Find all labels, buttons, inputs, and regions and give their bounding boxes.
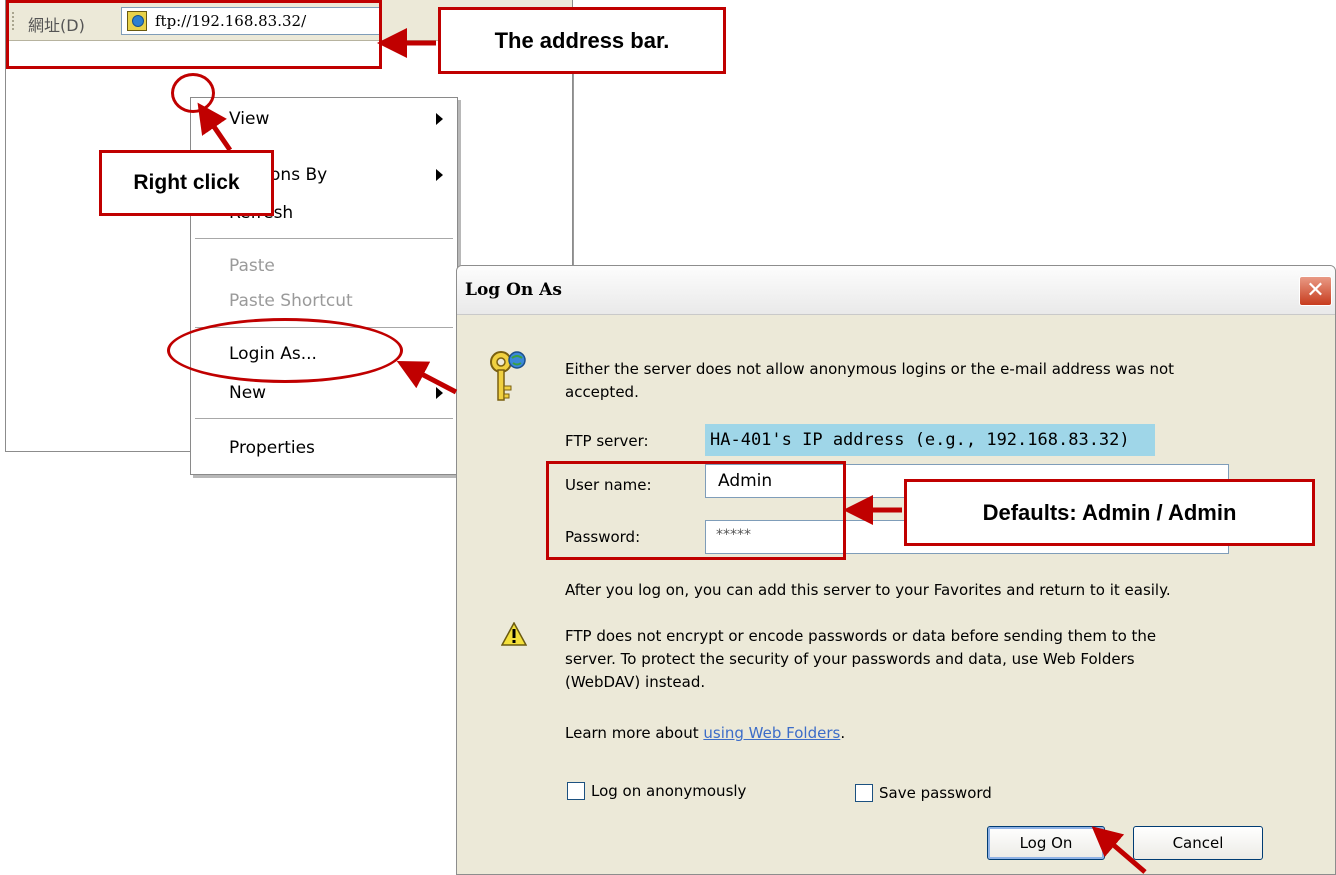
learn-more-prefix: Learn more about	[565, 724, 704, 742]
address-bar-callout: The address bar.	[438, 7, 726, 74]
dialog-title: Log On As	[465, 280, 562, 300]
submenu-arrow-icon	[436, 169, 443, 181]
menu-item-view[interactable]: View	[229, 109, 269, 129]
key-globe-icon	[490, 351, 526, 401]
warning-text-line1: FTP does not encrypt or encode passwords…	[565, 627, 1157, 645]
learn-more-text: Learn more about using Web Folders.	[565, 724, 845, 742]
login-as-highlight	[167, 318, 403, 383]
warning-text-line3: (WebDAV) instead.	[565, 673, 706, 691]
menu-item-new[interactable]: New	[229, 383, 266, 403]
cancel-button[interactable]: Cancel	[1133, 826, 1263, 860]
log-on-button[interactable]: Log On	[987, 826, 1105, 860]
warning-icon	[501, 622, 527, 646]
web-folders-link[interactable]: using Web Folders	[703, 724, 840, 742]
log-on-as-dialog: Log On As ✕ Either the server does not a…	[456, 265, 1336, 875]
address-bar-highlight	[6, 0, 382, 69]
ftp-server-value: HA-401's IP address (e.g., 192.168.83.32…	[705, 424, 1155, 456]
right-click-callout: Right click	[99, 150, 274, 216]
dialog-titlebar[interactable]: Log On As ✕	[457, 266, 1335, 315]
intro-text-line2: accepted.	[565, 383, 639, 401]
ftp-server-label: FTP server:	[565, 432, 649, 450]
favorites-text: After you log on, you can add this serve…	[565, 581, 1171, 599]
menu-separator	[195, 418, 453, 419]
save-password-checkbox[interactable]	[855, 784, 873, 802]
save-password-label[interactable]: Save password	[879, 784, 992, 802]
intro-text-line1: Either the server does not allow anonymo…	[565, 360, 1175, 378]
submenu-arrow-icon	[436, 387, 443, 399]
credentials-highlight	[546, 461, 846, 560]
menu-separator	[195, 238, 453, 239]
anonymous-checkbox[interactable]	[567, 782, 585, 800]
defaults-callout: Defaults: Admin / Admin	[904, 479, 1315, 546]
menu-item-paste-shortcut: Paste Shortcut	[229, 291, 353, 311]
submenu-arrow-icon	[436, 113, 443, 125]
menu-item-properties[interactable]: Properties	[229, 438, 315, 458]
right-click-marker	[171, 73, 215, 113]
anonymous-label[interactable]: Log on anonymously	[591, 782, 746, 800]
pane-divider	[573, 40, 574, 270]
learn-more-suffix: .	[840, 724, 846, 742]
warning-text-line2: server. To protect the security of your …	[565, 650, 1135, 668]
close-button[interactable]: ✕	[1299, 276, 1332, 306]
menu-item-paste: Paste	[229, 256, 275, 276]
